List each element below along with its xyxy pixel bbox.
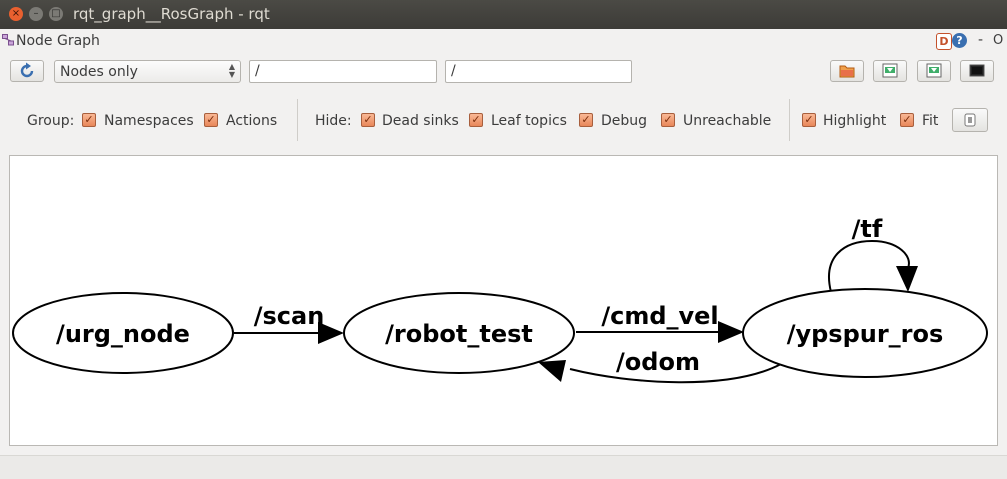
highlight-label: Highlight bbox=[823, 113, 887, 129]
window-titlebar: × – □ rqt_graph__RosGraph - rqt bbox=[0, 0, 1007, 29]
separator bbox=[789, 99, 790, 141]
hide-unreachable-checkbox[interactable]: ✓ bbox=[661, 113, 675, 127]
graph-type-select[interactable]: Nodes only ▲ ▼ bbox=[54, 60, 241, 83]
graph-type-value: Nodes only bbox=[60, 64, 138, 80]
edge-tf-label: /tf bbox=[852, 215, 883, 243]
window-close-button[interactable]: × bbox=[9, 7, 23, 21]
save-image-button[interactable] bbox=[960, 60, 994, 82]
refresh-icon bbox=[20, 62, 34, 78]
plugin-header: Node Graph D ? - O bbox=[0, 29, 1007, 53]
help-icon[interactable]: ? bbox=[952, 33, 967, 48]
dock-d-button[interactable]: D bbox=[936, 33, 952, 50]
plugin-close-button[interactable]: O bbox=[993, 33, 1003, 48]
plugin-minimize-button[interactable]: - bbox=[978, 32, 983, 48]
save-svg-icon bbox=[926, 63, 942, 78]
spinner-arrows-icon: ▲ ▼ bbox=[228, 62, 235, 79]
status-bar bbox=[0, 455, 1007, 479]
group-label: Group: bbox=[27, 113, 75, 129]
save-svg-button[interactable] bbox=[917, 60, 951, 82]
fit-view-icon bbox=[964, 113, 976, 127]
hide-leaf-topics-label: Leaf topics bbox=[491, 113, 567, 129]
load-dot-button[interactable] bbox=[830, 60, 864, 82]
highlight-checkbox[interactable]: ✓ bbox=[802, 113, 816, 127]
save-dot-icon bbox=[882, 63, 898, 78]
fit-label: Fit bbox=[922, 113, 939, 129]
edge-tf[interactable] bbox=[828, 239, 918, 293]
graph-view[interactable]: /urg_node /robot_test /ypspur_ros /scan … bbox=[9, 155, 998, 446]
window-maximize-button[interactable]: □ bbox=[49, 7, 63, 21]
plugin-title: Node Graph bbox=[16, 33, 100, 49]
separator bbox=[297, 99, 298, 141]
edge-scan-label: /scan bbox=[254, 302, 325, 330]
ros-graph: /urg_node /robot_test /ypspur_ros /scan … bbox=[12, 215, 988, 384]
fit-in-view-button[interactable] bbox=[952, 108, 988, 132]
window-title: rqt_graph__RosGraph - rqt bbox=[73, 5, 270, 23]
hide-leaf-topics-checkbox[interactable]: ✓ bbox=[469, 113, 483, 127]
save-dot-button[interactable] bbox=[873, 60, 907, 82]
group-actions-label: Actions bbox=[226, 113, 278, 129]
window-minimize-button[interactable]: – bbox=[29, 7, 43, 21]
node-ypspur-ros-label: /ypspur_ros bbox=[787, 320, 944, 348]
node-filter-input[interactable]: / bbox=[249, 60, 437, 83]
hide-debug-checkbox[interactable]: ✓ bbox=[579, 113, 593, 127]
group-namespaces-checkbox[interactable]: ✓ bbox=[82, 113, 96, 127]
edge-odom-label: /odom bbox=[616, 348, 700, 376]
node-graph-icon bbox=[2, 34, 14, 46]
hide-label: Hide: bbox=[315, 113, 352, 129]
hide-dead-sinks-label: Dead sinks bbox=[382, 113, 459, 129]
screen-icon bbox=[969, 64, 985, 77]
node-robot-test-label: /robot_test bbox=[385, 320, 533, 348]
group-namespaces-label: Namespaces bbox=[104, 113, 194, 129]
folder-icon bbox=[839, 65, 855, 78]
topic-filter-input[interactable]: / bbox=[445, 60, 632, 83]
hide-debug-label: Debug bbox=[601, 113, 648, 129]
fit-checkbox[interactable]: ✓ bbox=[900, 113, 914, 127]
hide-unreachable-label: Unreachable bbox=[683, 113, 772, 129]
edge-cmd-vel-label: /cmd_vel bbox=[601, 302, 718, 330]
node-urg-node-label: /urg_node bbox=[56, 320, 190, 348]
refresh-button[interactable] bbox=[10, 60, 44, 82]
hide-dead-sinks-checkbox[interactable]: ✓ bbox=[361, 113, 375, 127]
group-actions-checkbox[interactable]: ✓ bbox=[204, 113, 218, 127]
